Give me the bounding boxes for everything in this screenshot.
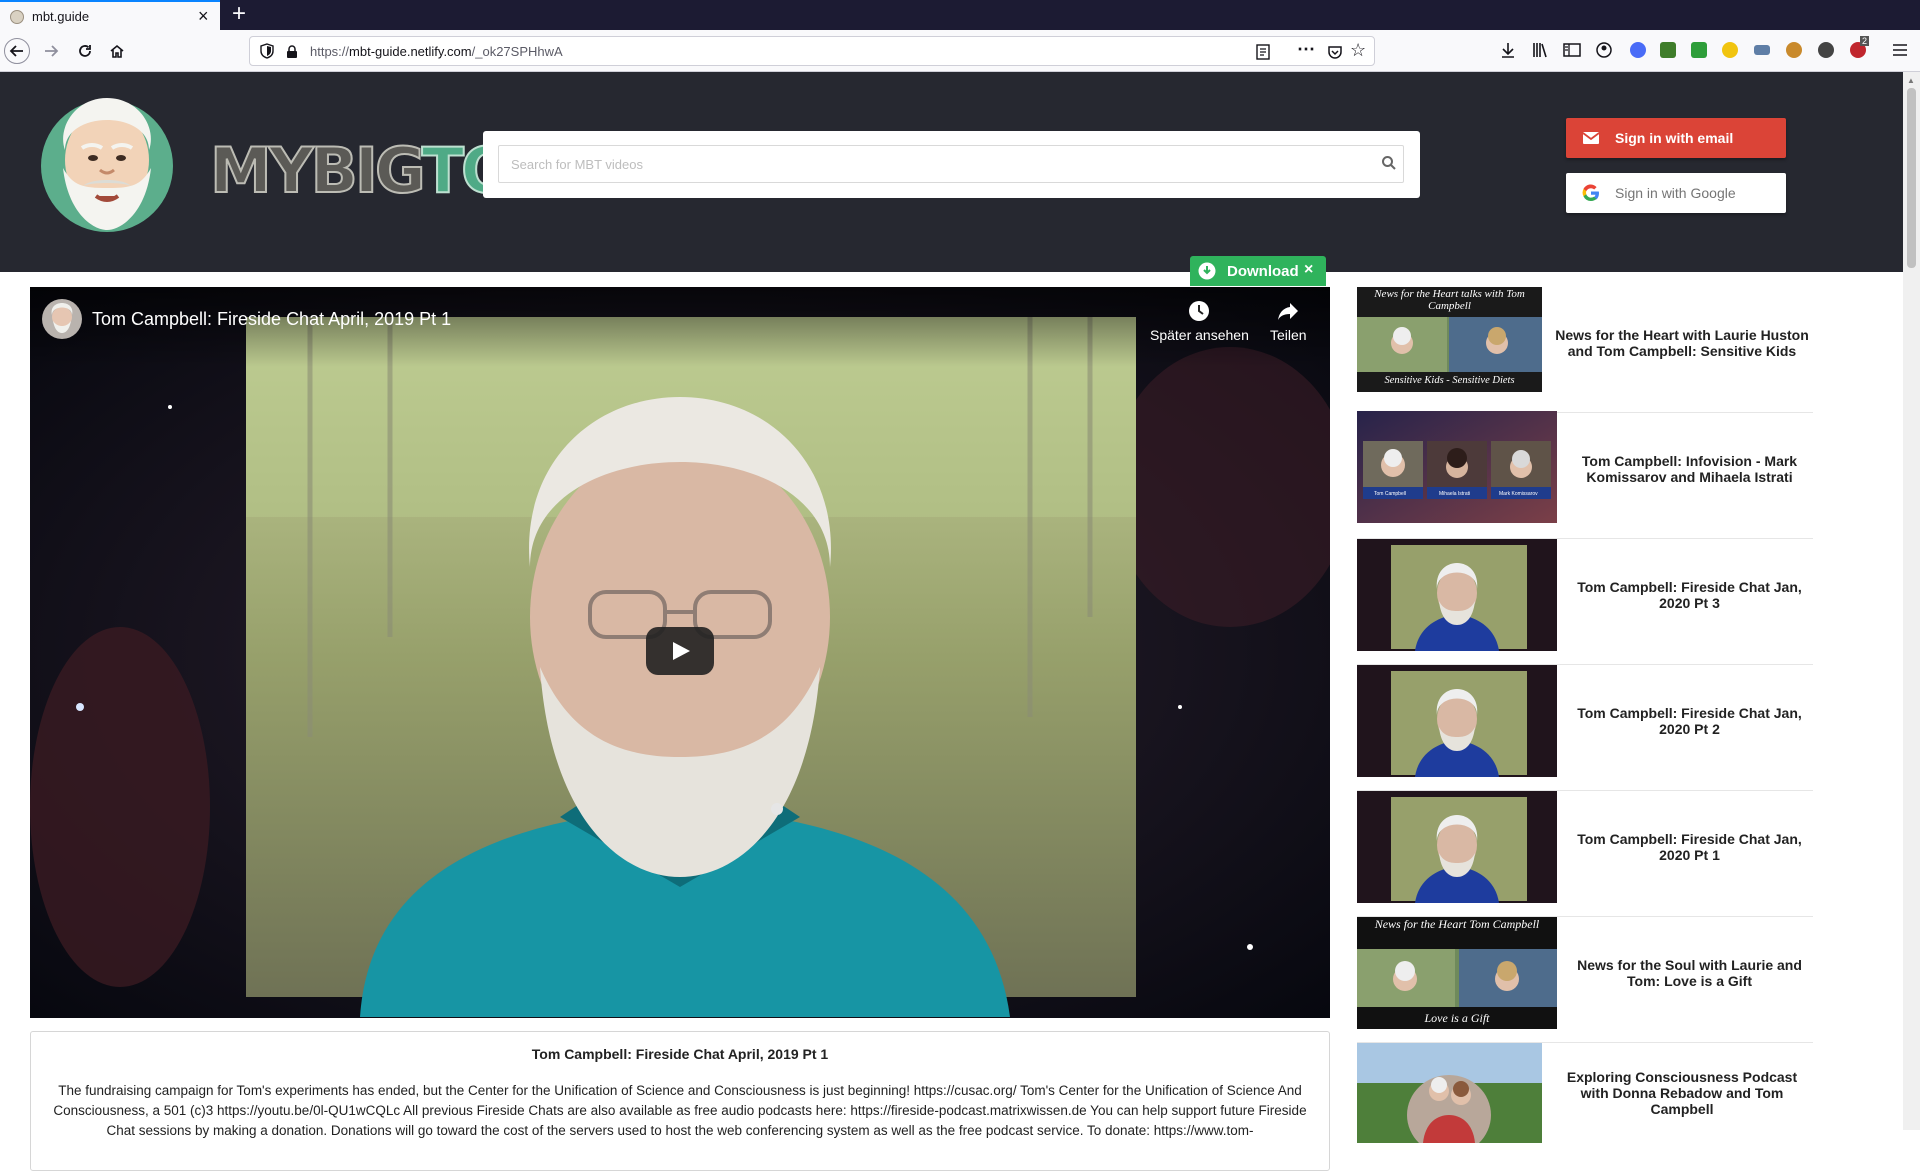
sign-in-google-button[interactable]: Sign in with Google: [1566, 173, 1786, 213]
related-video-thumbnail[interactable]: News for the Heart Tom Campbell Love is …: [1357, 917, 1557, 1029]
thumbnail-caption-bottom: Sensitive Kids - Sensitive Diets: [1384, 375, 1515, 386]
shield-icon[interactable]: [260, 43, 274, 59]
extension-badge: 2: [1860, 36, 1870, 46]
related-video-thumbnail[interactable]: [1357, 665, 1557, 777]
related-video-thumbnail[interactable]: [1357, 791, 1557, 903]
home-icon[interactable]: [104, 38, 130, 64]
extension-icon-2[interactable]: [1658, 40, 1678, 60]
share-label: Teilen: [1270, 327, 1307, 343]
menu-icon[interactable]: [1890, 40, 1910, 60]
new-tab-button[interactable]: +: [232, 2, 246, 26]
navigation-toolbar: https://mbt-guide.netlify.com/_ok27SPHhw…: [0, 30, 1920, 72]
tab-title: mbt.guide: [32, 9, 90, 24]
url-host: mbt-guide.netlify.com: [349, 44, 472, 59]
reload-icon[interactable]: [72, 38, 98, 64]
thumbnail-caption-top: News for the Heart Tom Campbell: [1374, 917, 1540, 931]
video-player[interactable]: Tom Campbell: Fireside Chat April, 2019 …: [30, 287, 1330, 1018]
thumbnail-label: Mihaela Istrati: [1439, 491, 1471, 497]
sidebar-icon[interactable]: [1562, 40, 1582, 60]
sign-in-google-label: Sign in with Google: [1615, 185, 1736, 201]
related-video-title[interactable]: Tom Campbell: Fireside Chat Jan, 2020 Pt…: [1567, 539, 1812, 651]
search-input[interactable]: [498, 145, 1404, 183]
pocket-icon[interactable]: [1327, 44, 1343, 60]
sign-in-email-button[interactable]: Sign in with email: [1566, 118, 1786, 158]
sign-in-email-label: Sign in with email: [1615, 130, 1734, 146]
scrollbar-thumb[interactable]: [1907, 88, 1916, 268]
download-arrow-icon[interactable]: [1498, 40, 1518, 60]
close-tab-icon[interactable]: ×: [198, 6, 209, 26]
related-video-title[interactable]: News for the Heart with Laurie Huston an…: [1552, 287, 1812, 399]
reader-view-icon[interactable]: [1256, 44, 1270, 60]
related-video-title[interactable]: News for the Soul with Laurie and Tom: L…: [1567, 917, 1812, 1029]
extension-icon-1[interactable]: [1628, 40, 1648, 60]
account-icon[interactable]: [1594, 40, 1614, 60]
thumbnail-label: Mark Komissarov: [1499, 491, 1538, 497]
extension-icon-6[interactable]: [1816, 40, 1836, 60]
related-video-thumbnail[interactable]: [1357, 539, 1557, 651]
more-icon[interactable]: ⋯: [1297, 39, 1315, 60]
thumbnail-caption-bottom: Love is a Gift: [1424, 1011, 1490, 1025]
ublock-icon[interactable]: 2: [1848, 36, 1870, 60]
related-video-title[interactable]: Tom Campbell: Infovision - Mark Komissar…: [1567, 413, 1812, 525]
share-arrow-icon: [1278, 303, 1299, 320]
play-icon[interactable]: [646, 627, 714, 675]
watch-later-label: Später ansehen: [1150, 327, 1249, 343]
extension-icon-5[interactable]: [1784, 40, 1804, 60]
url-text[interactable]: https://mbt-guide.netlify.com/_ok27SPHhw…: [310, 44, 563, 59]
tab-bar: mbt.guide × +: [0, 0, 1920, 30]
clock-icon: [1189, 301, 1210, 321]
forward-icon[interactable]: [38, 38, 64, 64]
radiation-icon[interactable]: [1720, 40, 1740, 60]
thumbnail-caption-top: News for the Heart talks with Tom Campbe…: [1374, 288, 1525, 312]
watch-later-button[interactable]: Später ansehen: [1150, 299, 1249, 343]
description-title: Tom Campbell: Fireside Chat April, 2019 …: [531, 1046, 829, 1062]
description-body: The fundraising campaign for Tom's exper…: [53, 1083, 1307, 1138]
favicon-icon: [10, 10, 24, 24]
browser-tab[interactable]: mbt.guide ×: [0, 0, 220, 30]
back-icon[interactable]: [4, 38, 30, 64]
search-icon[interactable]: [1381, 155, 1397, 171]
scroll-up-icon[interactable]: ▲: [1907, 76, 1915, 85]
url-path: /_ok27SPHhwA: [471, 44, 563, 59]
related-video-item[interactable]: Tom Campbell: Fireside Chat Jan, 2020 Pt…: [1357, 665, 1813, 791]
url-prefix: https://: [310, 44, 350, 59]
site-header: MYBIGTOE Sign in with email Sign in with…: [0, 72, 1903, 272]
related-video-item[interactable]: News for the Heart talks with Tom Campbe…: [1357, 287, 1813, 413]
share-button[interactable]: Teilen: [1270, 299, 1307, 343]
library-icon[interactable]: [1530, 40, 1550, 60]
page-scrollbar[interactable]: ▲: [1903, 72, 1920, 1130]
download-close-icon[interactable]: ×: [1304, 261, 1313, 279]
related-video-item[interactable]: Tom Campbell Mihaela Istrati Mark Komiss…: [1357, 411, 1813, 539]
related-video-item[interactable]: Tom Campbell: Fireside Chat Jan, 2020 Pt…: [1357, 791, 1813, 917]
logo-mybig: MYBIG: [209, 133, 426, 208]
video-description-card: Tom Campbell: Fireside Chat April, 2019 …: [30, 1031, 1330, 1171]
related-video-thumbnail[interactable]: Tom Campbell Mihaela Istrati Mark Komiss…: [1357, 411, 1557, 523]
related-video-item[interactable]: News for the Heart Tom Campbell Love is …: [1357, 917, 1813, 1043]
channel-avatar[interactable]: [42, 299, 82, 339]
url-bar[interactable]: https://mbt-guide.netlify.com/_ok27SPHhw…: [249, 36, 1375, 66]
tom-caricature-logo-icon: [41, 98, 173, 232]
download-label: Download: [1227, 263, 1299, 280]
extension-icon-3[interactable]: [1689, 40, 1709, 60]
extension-icon-4[interactable]: [1752, 40, 1772, 60]
related-video-item[interactable]: Exploring Consciousness Podcast with Don…: [1357, 1043, 1813, 1169]
video-title[interactable]: Tom Campbell: Fireside Chat April, 2019 …: [92, 309, 451, 330]
related-video-title[interactable]: Tom Campbell: Fireside Chat Jan, 2020 Pt…: [1567, 791, 1812, 903]
related-video-thumbnail[interactable]: News for the Heart talks with Tom Campbe…: [1357, 287, 1542, 392]
bookmark-star-icon[interactable]: ☆: [1350, 40, 1366, 61]
related-video-title[interactable]: Tom Campbell: Fireside Chat Jan, 2020 Pt…: [1567, 665, 1812, 777]
related-video-thumbnail[interactable]: [1357, 1043, 1542, 1143]
related-video-title[interactable]: Exploring Consciousness Podcast with Don…: [1552, 1043, 1812, 1143]
download-button[interactable]: Download ×: [1190, 256, 1326, 286]
mybigtoe-logo[interactable]: MYBIGTOE: [38, 90, 554, 238]
lock-icon[interactable]: [286, 45, 298, 58]
related-video-item[interactable]: Tom Campbell: Fireside Chat Jan, 2020 Pt…: [1357, 539, 1813, 665]
search-panel: [483, 131, 1420, 198]
thumbnail-label: Tom Campbell: [1374, 491, 1406, 497]
download-icon: [1198, 262, 1216, 280]
google-icon: [1582, 184, 1599, 202]
email-icon: [1582, 132, 1600, 144]
